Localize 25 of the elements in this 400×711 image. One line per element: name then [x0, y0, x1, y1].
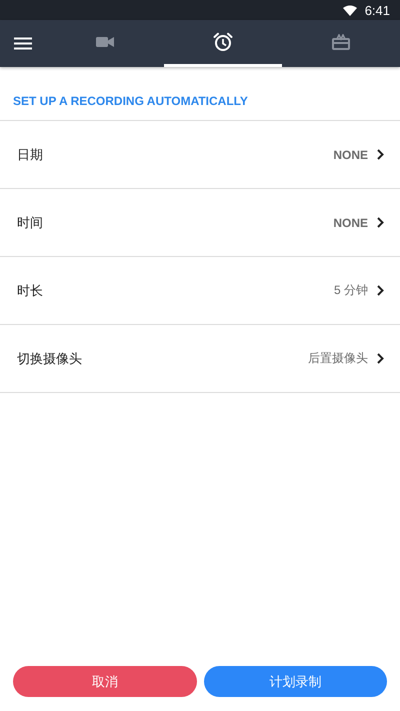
- setting-label: 时长: [17, 282, 44, 300]
- setting-value: NONE: [333, 216, 368, 230]
- menu-icon: [14, 37, 32, 50]
- setting-value: 5 分钟: [334, 282, 368, 299]
- gift-box-icon: [332, 34, 350, 50]
- settings-row[interactable]: 时长 5 分钟: [0, 256, 400, 324]
- settings-row[interactable]: 日期 NONE: [0, 120, 400, 188]
- chevron-right-icon: [377, 353, 384, 364]
- section-title: SET UP A RECORDING AUTOMATICALLY: [13, 94, 249, 108]
- setting-label: 时间: [17, 214, 44, 232]
- setting-value: NONE: [333, 148, 368, 162]
- alarm-clock-icon: [213, 32, 233, 52]
- chevron-right-icon: [377, 217, 384, 228]
- clock-time: 6:41: [364, 2, 390, 18]
- cancel-button[interactable]: 取消: [13, 666, 196, 697]
- settings-row[interactable]: 时间 NONE: [0, 188, 400, 256]
- setting-label: 日期: [17, 146, 44, 164]
- schedule-button[interactable]: 计划录制: [204, 666, 387, 697]
- settings-row[interactable]: 切换摄像头 后置摄像头: [0, 324, 400, 392]
- chevron-right-icon: [377, 149, 384, 160]
- video-camera-icon: [96, 36, 114, 48]
- chevron-right-icon: [377, 285, 384, 296]
- wifi-icon: [342, 4, 357, 16]
- setting-value: 后置摄像头: [308, 350, 368, 367]
- setting-label: 切换摄像头: [17, 350, 83, 368]
